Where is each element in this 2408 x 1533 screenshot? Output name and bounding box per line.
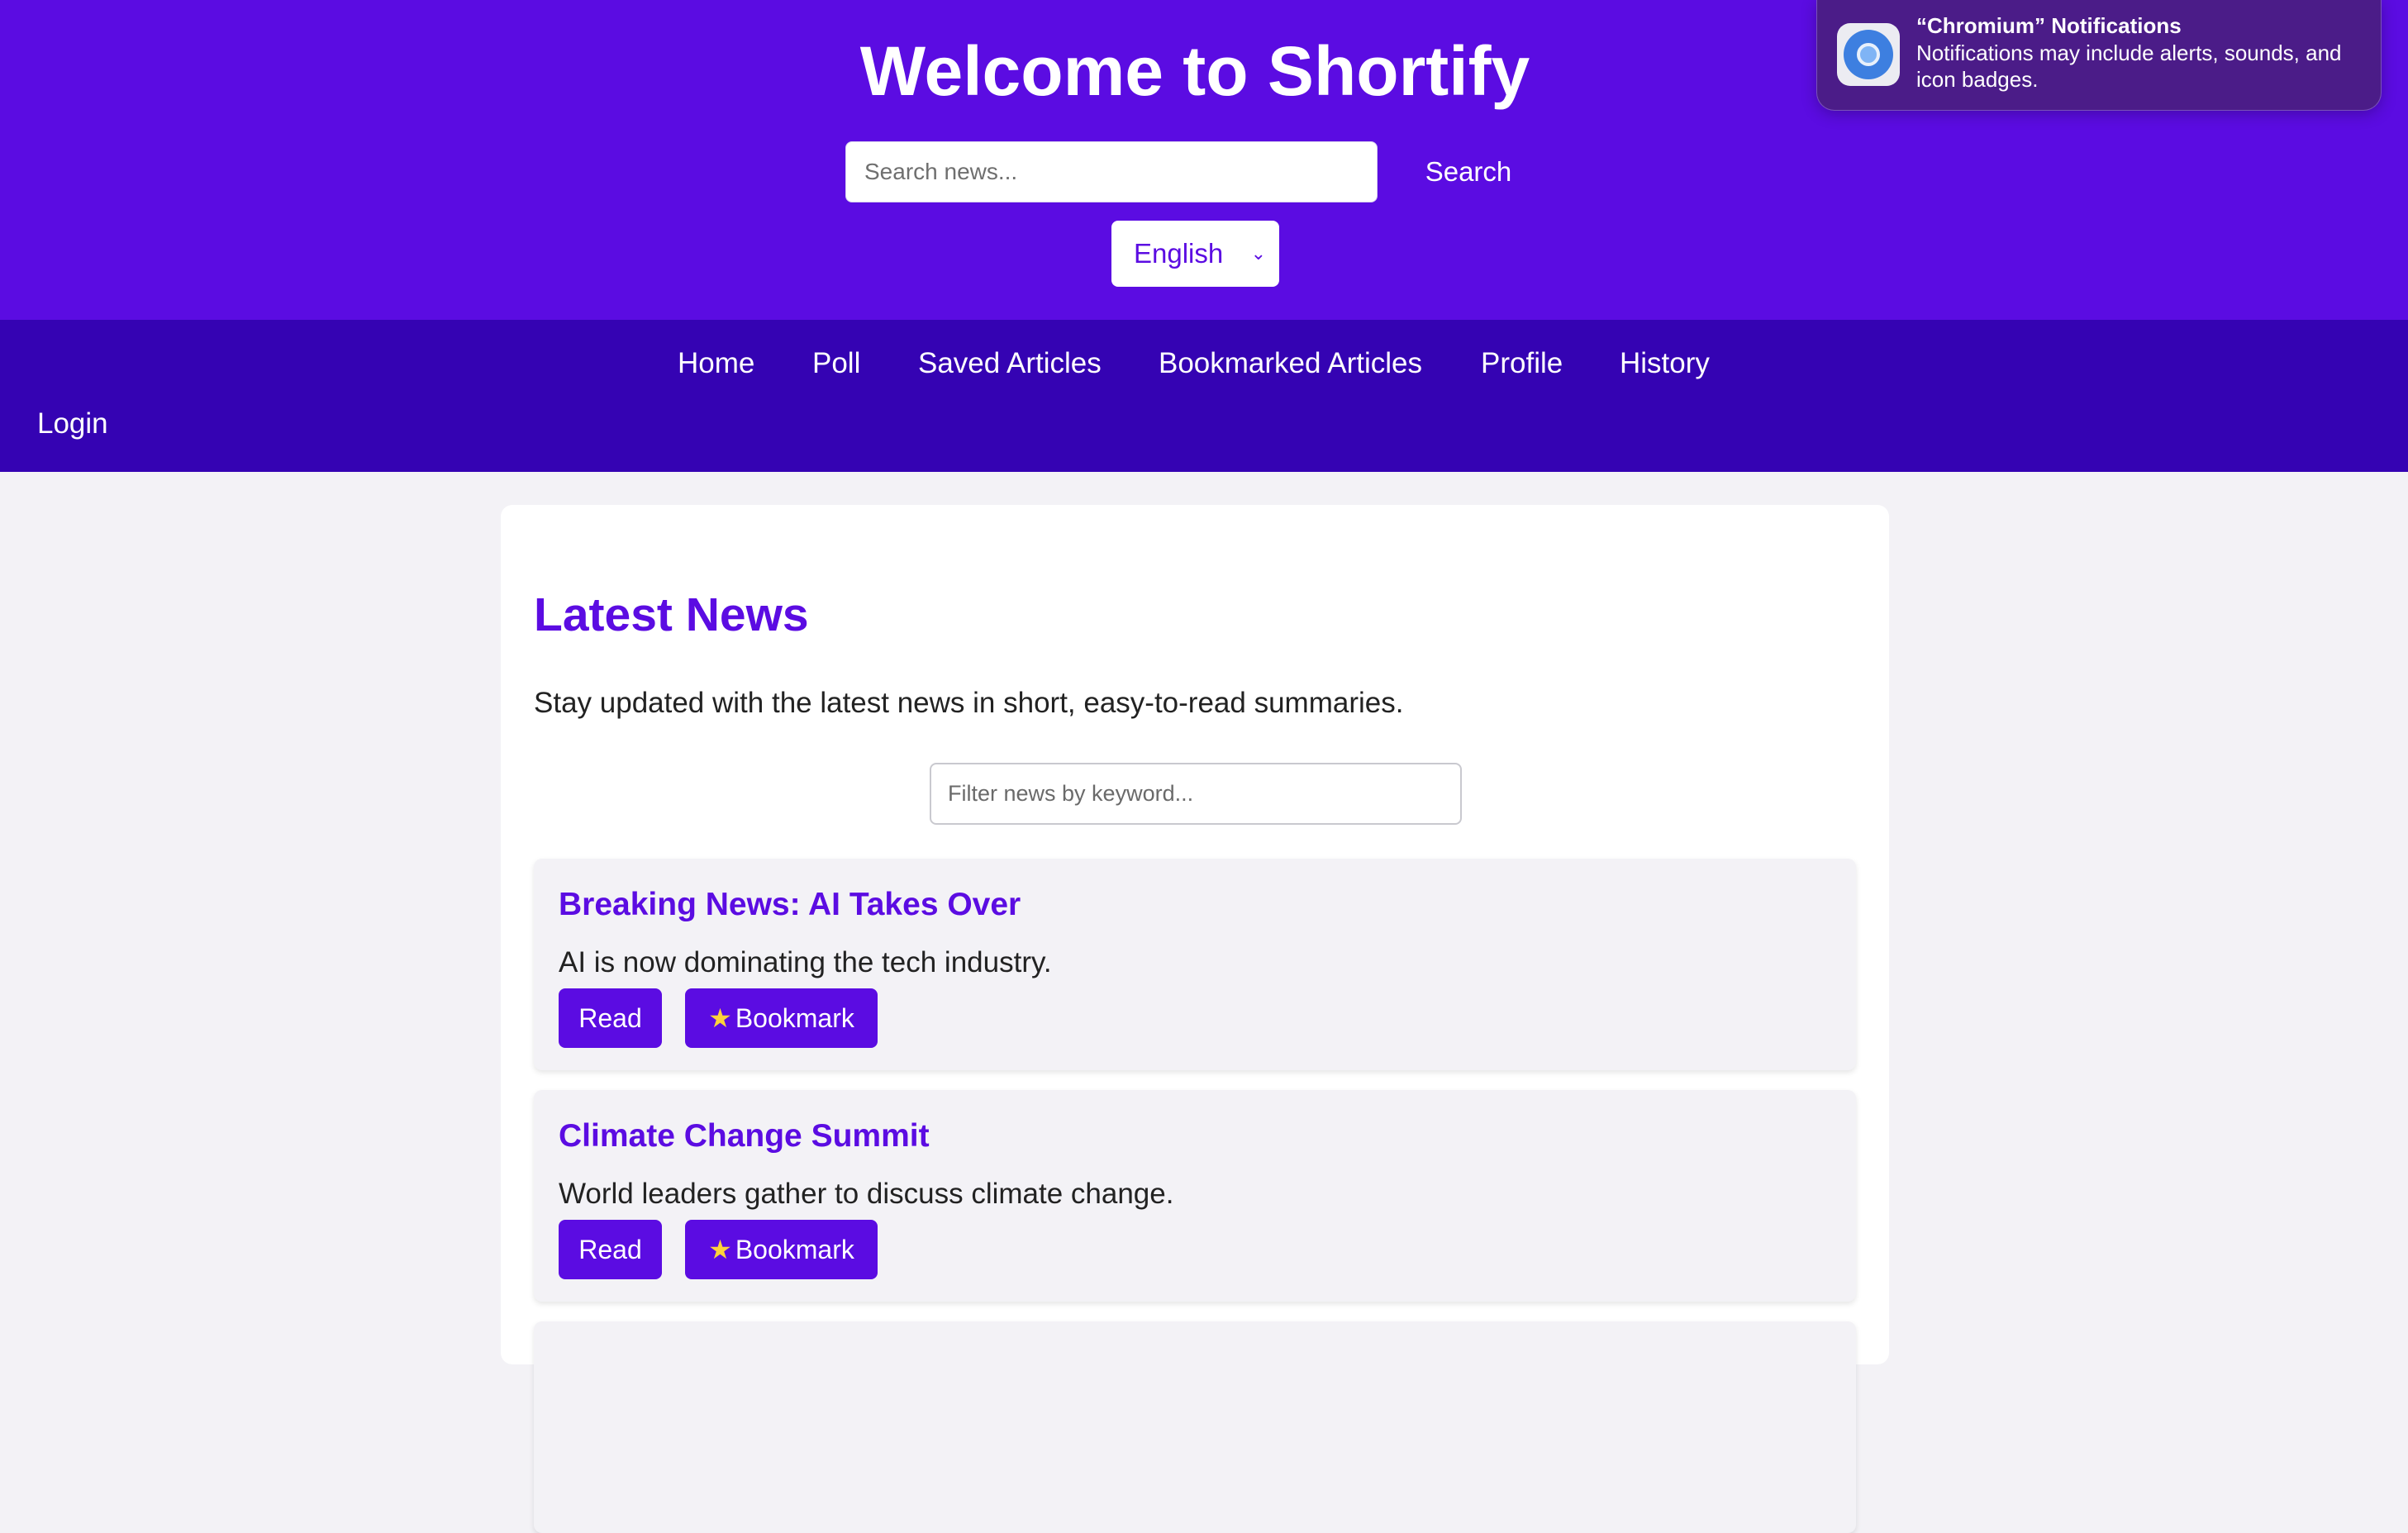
news-section: Latest News Stay updated with the latest… — [501, 505, 1889, 1533]
news-card — [534, 1321, 1856, 1533]
bookmark-button-label: Bookmark — [735, 1235, 854, 1264]
language-select[interactable]: English ⌄ — [1111, 221, 1279, 287]
search-button[interactable]: Search — [1399, 141, 1538, 202]
news-card: Climate Change Summit World leaders gath… — [534, 1090, 1856, 1302]
star-icon: ★ — [708, 1003, 732, 1033]
nav-item-bookmarked-articles[interactable]: Bookmarked Articles — [1159, 342, 1422, 385]
read-button[interactable]: Read — [559, 1220, 662, 1279]
main-nav: Home Poll Saved Articles Bookmarked Arti… — [0, 320, 2408, 472]
nav-item-home[interactable]: Home — [678, 342, 754, 385]
filter-input[interactable] — [930, 763, 1462, 825]
nav-item-saved-articles[interactable]: Saved Articles — [918, 342, 1102, 385]
nav-item-login[interactable]: Login — [37, 402, 108, 445]
notification-body: Notifications may include alerts, sounds… — [1916, 40, 2342, 92]
notification-title: “Chromium” Notifications — [1916, 13, 2182, 38]
nav-item-poll[interactable]: Poll — [812, 342, 860, 385]
language-select-value: English — [1134, 238, 1224, 269]
nav-item-profile[interactable]: Profile — [1481, 342, 1563, 385]
news-card-summary: World leaders gather to discuss climate … — [559, 1178, 1174, 1210]
read-button[interactable]: Read — [559, 988, 662, 1048]
news-card-summary: AI is now dominating the tech industry. — [559, 946, 1052, 978]
news-card: Breaking News: AI Takes Over AI is now d… — [534, 859, 1856, 1070]
news-card-title[interactable]: Breaking News: AI Takes Over — [559, 887, 1021, 923]
chevron-down-icon: ⌄ — [1250, 243, 1266, 264]
bookmark-button[interactable]: ★ Bookmark — [685, 1220, 878, 1279]
bookmark-button[interactable]: ★ Bookmark — [685, 988, 878, 1048]
section-description: Stay updated with the latest news in sho… — [534, 687, 1404, 719]
bookmark-button-label: Bookmark — [735, 1003, 854, 1033]
search-input[interactable] — [845, 141, 1378, 202]
section-title: Latest News — [534, 588, 809, 641]
star-icon: ★ — [708, 1235, 732, 1264]
chromium-icon — [1837, 23, 1900, 86]
news-card-title[interactable]: Climate Change Summit — [559, 1118, 930, 1155]
notification-banner[interactable]: “Chromium” Notifications Notifications m… — [1816, 0, 2382, 111]
nav-item-history[interactable]: History — [1620, 342, 1710, 385]
